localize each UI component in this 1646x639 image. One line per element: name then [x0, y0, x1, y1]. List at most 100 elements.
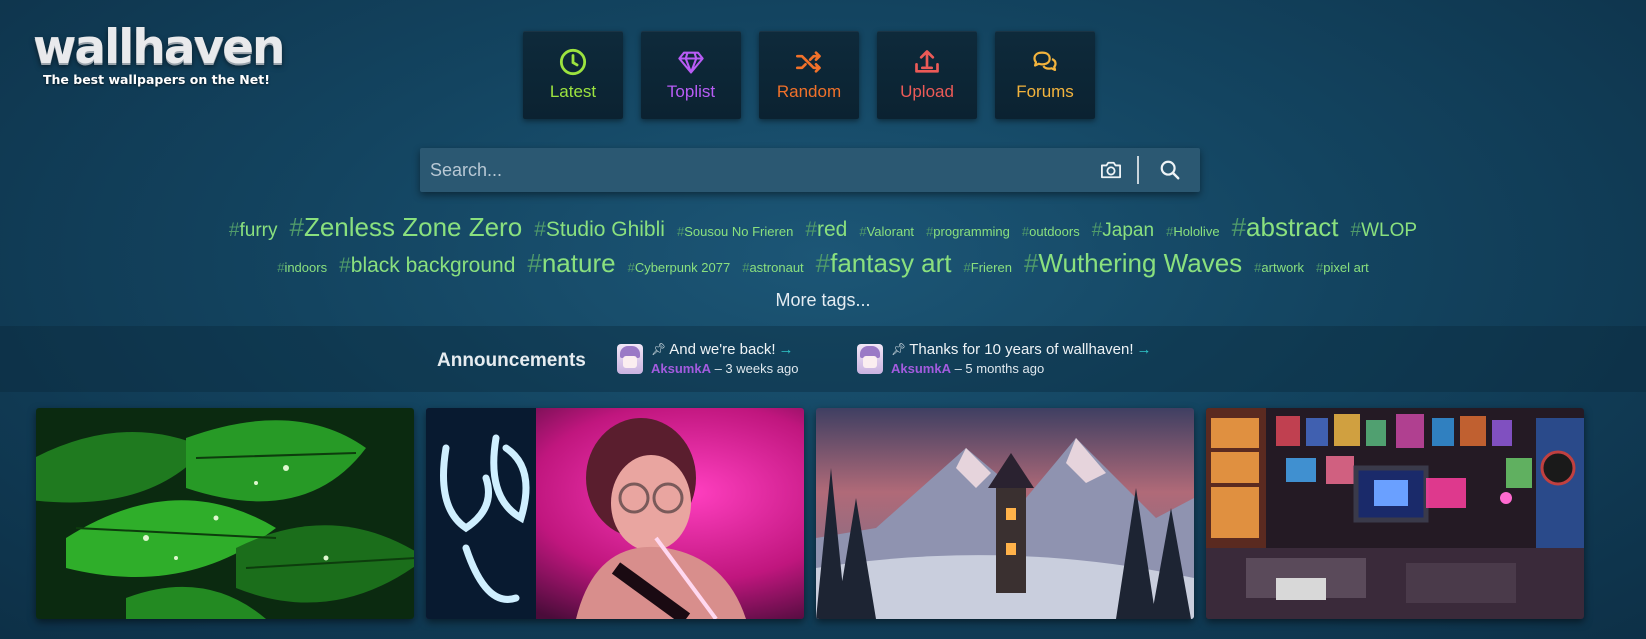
snowy-tower-image: [816, 408, 1194, 619]
tag-name: red: [817, 218, 848, 241]
shuffle-icon: [795, 51, 821, 73]
tag-name: programming: [933, 224, 1010, 239]
main-nav: Latest Toplist Random Upload Forums: [523, 31, 1095, 119]
chat-bubbles-icon: [1033, 51, 1057, 72]
tag-name: Studio Ghibli: [545, 218, 665, 241]
diamond-icon: [678, 51, 704, 74]
announcement-author[interactable]: AksumkA: [651, 361, 711, 376]
tag-name: Wuthering Waves: [1038, 248, 1243, 278]
tag-link[interactable]: #Wuthering Waves: [1024, 250, 1242, 276]
logo-wordmark: wallhaven: [33, 20, 286, 75]
announcement-title[interactable]: And we're back!: [669, 340, 775, 359]
tag-cloud-row-2: #indoors #black background #nature #Cyberpu…: [0, 250, 1646, 276]
tag-link[interactable]: #Frieren: [964, 261, 1012, 274]
tag-link[interactable]: #Studio Ghibli: [534, 219, 665, 240]
nav-latest-label: Latest: [549, 82, 597, 101]
tag-link[interactable]: #Japan: [1092, 221, 1154, 240]
neon-girl-image: [426, 408, 804, 619]
tag-link[interactable]: #indoors: [277, 261, 327, 274]
tag-link[interactable]: #furry: [229, 221, 278, 240]
tag-name: Valorant: [866, 224, 915, 239]
logo-tagline: The best wallpapers on the Net!: [43, 72, 270, 87]
hash-symbol: #: [805, 218, 817, 241]
tag-name: WLOP: [1361, 220, 1418, 241]
wallpaper-thumbnail-retro-room[interactable]: [1206, 408, 1584, 619]
tag-name: furry: [239, 220, 278, 241]
tag-link[interactable]: #Hololive: [1166, 225, 1219, 238]
tag-name: abstract: [1246, 212, 1339, 242]
announcement-time: – 5 months ago: [954, 361, 1045, 376]
tag-link[interactable]: #WLOP: [1351, 221, 1418, 240]
tag-name: Hololive: [1173, 224, 1220, 239]
tag-link[interactable]: #nature: [527, 250, 615, 276]
avatar[interactable]: [857, 344, 883, 374]
hash-symbol: #: [289, 212, 304, 242]
announcements-bar: Announcements 📌︎ And we're back! → Aksum…: [0, 326, 1646, 392]
wallpaper-thumbnail-snowy-tower[interactable]: [816, 408, 1194, 619]
tag-name: pixel art: [1323, 260, 1369, 275]
nav-upload-label: Upload: [900, 82, 954, 101]
nav-upload-button[interactable]: Upload: [877, 31, 977, 119]
retro-room-image: [1206, 408, 1584, 619]
more-tags-link[interactable]: More tags...: [0, 290, 1646, 311]
tag-name: black background: [350, 254, 516, 277]
arrow-right-icon[interactable]: →: [1137, 340, 1152, 359]
tag-name: fantasy art: [830, 248, 952, 278]
search-divider: [1137, 156, 1139, 184]
hash-symbol: #: [1231, 212, 1247, 242]
search-input[interactable]: [420, 148, 1091, 192]
tag-name: Japan: [1102, 220, 1155, 241]
image-search-button[interactable]: [1091, 148, 1131, 192]
site-logo[interactable]: wallhaven The best wallpapers on the Net…: [33, 20, 286, 88]
search-bar: [420, 148, 1200, 192]
hash-symbol: #: [859, 224, 867, 239]
tag-link[interactable]: #abstract: [1232, 214, 1339, 240]
tag-link[interactable]: #Cyberpunk 2077: [628, 261, 731, 274]
tag-name: astronaut: [749, 260, 804, 275]
tag-cloud-row-1: #furry #Zenless Zone Zero #Studio Ghibli #S…: [0, 214, 1646, 240]
nav-forums-label: Forums: [1016, 82, 1074, 101]
nav-toplist-button[interactable]: Toplist: [641, 31, 741, 119]
hash-symbol: #: [1350, 220, 1362, 241]
announcement-author[interactable]: AksumkA: [891, 361, 951, 376]
tag-link[interactable]: #Sousou No Frieren: [677, 225, 793, 238]
arrow-right-icon[interactable]: →: [779, 340, 794, 359]
nav-toplist-label: Toplist: [666, 82, 716, 101]
tag-link[interactable]: #outdoors: [1022, 225, 1080, 238]
nav-random-button[interactable]: Random: [759, 31, 859, 119]
wallpaper-grid: [36, 408, 1584, 619]
announcement-item: 📌︎ Thanks for 10 years of wallhaven! → A…: [857, 340, 1152, 378]
avatar[interactable]: [617, 344, 643, 374]
wallpaper-thumbnail-neon-girl[interactable]: [426, 408, 804, 619]
tag-link[interactable]: #artwork: [1254, 261, 1304, 274]
hash-symbol: #: [228, 220, 240, 241]
hash-symbol: #: [1091, 220, 1103, 241]
tag-link[interactable]: #fantasy art: [816, 250, 952, 276]
announcement-title[interactable]: Thanks for 10 years of wallhaven!: [909, 340, 1133, 359]
tag-name: outdoors: [1029, 224, 1080, 239]
wallpaper-thumbnail-leaves[interactable]: [36, 408, 414, 619]
tag-link[interactable]: #black background: [339, 255, 515, 276]
nav-random-label: Random: [776, 82, 842, 101]
tag-name: Cyberpunk 2077: [634, 260, 731, 275]
tag-name: Sousou No Frieren: [684, 224, 794, 239]
hash-symbol: #: [527, 248, 542, 278]
tag-link[interactable]: #astronaut: [742, 261, 803, 274]
tag-link[interactable]: #red: [805, 219, 847, 240]
tag-name: artwork: [1261, 260, 1305, 275]
nav-forums-button[interactable]: Forums: [995, 31, 1095, 119]
tag-link[interactable]: #pixel art: [1316, 261, 1369, 274]
pin-icon: 📌︎: [651, 342, 667, 356]
announcement-item: 📌︎ And we're back! → AksumkA – 3 weeks a…: [617, 340, 798, 378]
tag-name: indoors: [284, 260, 328, 275]
announcement-time: – 3 weeks ago: [714, 361, 799, 376]
hash-symbol: #: [627, 260, 635, 275]
tag-name: Frieren: [970, 260, 1012, 275]
hash-symbol: #: [815, 248, 831, 278]
clock-icon: [559, 48, 587, 76]
nav-latest-button[interactable]: Latest: [523, 31, 623, 119]
tag-link[interactable]: #Valorant: [859, 225, 914, 238]
tag-link[interactable]: #programming: [926, 225, 1010, 238]
tag-link[interactable]: #Zenless Zone Zero: [290, 214, 523, 240]
search-button[interactable]: [1150, 148, 1190, 192]
